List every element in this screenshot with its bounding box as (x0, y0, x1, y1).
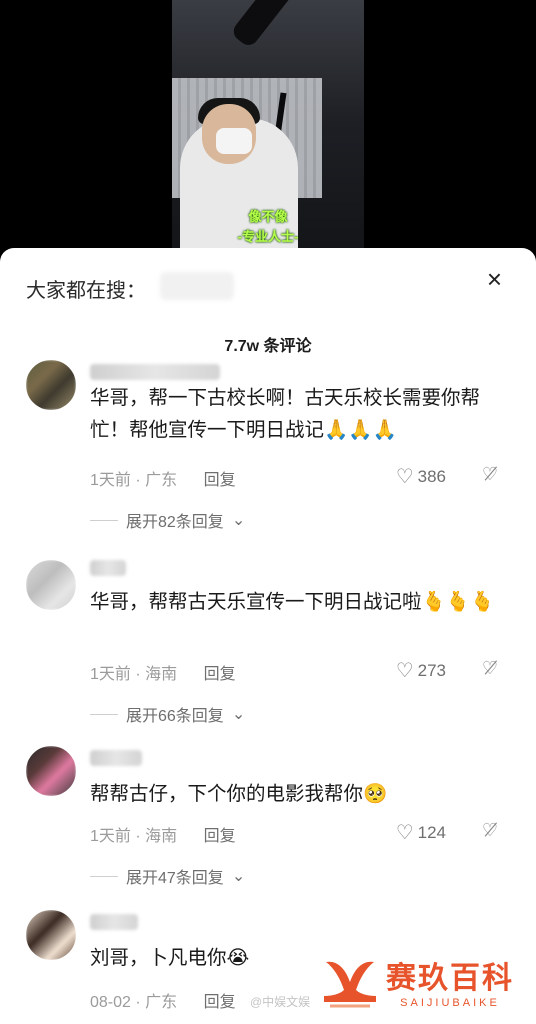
comment-location: 广东 (145, 472, 178, 489)
comment-location-dot: · (135, 828, 146, 845)
comment-text: 帮帮古仔，下个你的电影我帮你🥺 (90, 783, 388, 805)
reply-button[interactable]: 回复 (204, 828, 236, 845)
trending-search-term[interactable] (160, 272, 234, 300)
video-subtitle-2: -专业人士- (237, 229, 299, 244)
comment-count: 7.7w 条评论 (224, 338, 312, 355)
like-button[interactable]: ♡ 124 (396, 820, 446, 845)
chevron-down-icon: ⌄ (231, 868, 246, 885)
watermark-text: 赛玖百科 SAIJIUBAIKE (386, 953, 514, 1009)
video-frame: 像不像 -专业人士- (172, 0, 364, 272)
username[interactable] (90, 364, 220, 380)
divider (90, 713, 118, 715)
comment-time: 1天前 (90, 828, 131, 845)
reply-button[interactable]: 回复 (204, 472, 236, 489)
heart-icon: ♡ (395, 660, 414, 682)
comment-meta: 08-02 · 广东 回复 (90, 988, 236, 1012)
like-count: 124 (417, 822, 446, 842)
like-button[interactable]: ♡ 273 (396, 658, 446, 683)
like-count: 386 (417, 466, 446, 486)
reply-button[interactable]: 回复 (204, 666, 236, 683)
video-subtitle-1: 像不像 (248, 209, 288, 224)
expand-replies[interactable]: 展开66条回复 ⌄ (90, 702, 245, 726)
broken-heart-icon[interactable]: ♡̸ (482, 464, 498, 485)
expand-replies[interactable]: 展开47条回复 ⌄ (90, 864, 245, 888)
comment-time: 1天前 (90, 666, 131, 683)
site-watermark: 赛玖百科 SAIJIUBAIKE (320, 952, 514, 1010)
username[interactable] (90, 750, 142, 766)
expand-replies-label: 展开66条回复 (126, 708, 224, 725)
like-button[interactable]: ♡ 386 (396, 464, 446, 489)
video-player[interactable]: 像不像 -专业人士- (0, 0, 536, 272)
comment-location: 广东 (145, 994, 178, 1011)
trending-search-label[interactable]: 大家都在搜： (26, 274, 146, 303)
weibo-watermark: @中娱文娱 (250, 995, 311, 1009)
comment-meta: 1天前 · 广东 回复 (90, 466, 236, 490)
heart-icon: ♡ (395, 822, 414, 844)
comment-location-dot: · (135, 994, 146, 1011)
telescope-shape (229, 0, 343, 50)
comment-location: 海南 (145, 666, 178, 683)
like-count: 273 (417, 660, 446, 680)
comment-location-dot: · (135, 666, 146, 683)
face-mask-shape (216, 128, 252, 154)
comment-text: 华哥，帮一下古校长啊！古天乐校长需要你帮忙！帮他宣传一下明日战记🙏🙏🙏 (90, 387, 481, 441)
comment-time: 1天前 (90, 472, 131, 489)
comment-text: 华哥，帮帮古天乐宣传一下明日战记啦🫰🫰🫰 (90, 591, 495, 613)
avatar[interactable] (26, 746, 76, 796)
close-icon[interactable]: × (487, 266, 502, 292)
avatar[interactable] (26, 910, 76, 960)
heart-icon: ♡ (395, 466, 414, 488)
comment-meta: 1天前 · 海南 回复 (90, 660, 236, 684)
comment-sheet: 大家都在搜： × 7.7w 条评论 华哥，帮一下古校长啊！古天乐校长需要你帮忙！… (0, 248, 536, 1024)
expand-replies-label: 展开47条回复 (126, 870, 224, 887)
expand-replies[interactable]: 展开82条回复 ⌄ (90, 508, 245, 532)
chevron-down-icon: ⌄ (231, 706, 246, 723)
watermark-cn: 赛玖百科 (386, 962, 514, 995)
reply-button[interactable]: 回复 (204, 994, 236, 1011)
whale-tail-logo-icon (324, 961, 376, 1008)
avatar[interactable] (26, 560, 76, 610)
comment-location-dot: · (135, 472, 146, 489)
comment-meta: 1天前 · 海南 回复 (90, 822, 236, 846)
broken-heart-icon[interactable]: ♡̸ (482, 658, 498, 679)
username[interactable] (90, 914, 138, 930)
avatar[interactable] (26, 360, 76, 410)
comment-location: 海南 (145, 828, 178, 845)
watermark-en: SAIJIUBAIKE (400, 997, 500, 1009)
divider (90, 519, 118, 521)
username[interactable] (90, 560, 126, 576)
divider (90, 875, 118, 877)
broken-heart-icon[interactable]: ♡̸ (482, 820, 498, 841)
expand-replies-label: 展开82条回复 (126, 514, 224, 531)
comment-time: 08-02 (90, 994, 131, 1011)
chevron-down-icon: ⌄ (231, 512, 246, 529)
